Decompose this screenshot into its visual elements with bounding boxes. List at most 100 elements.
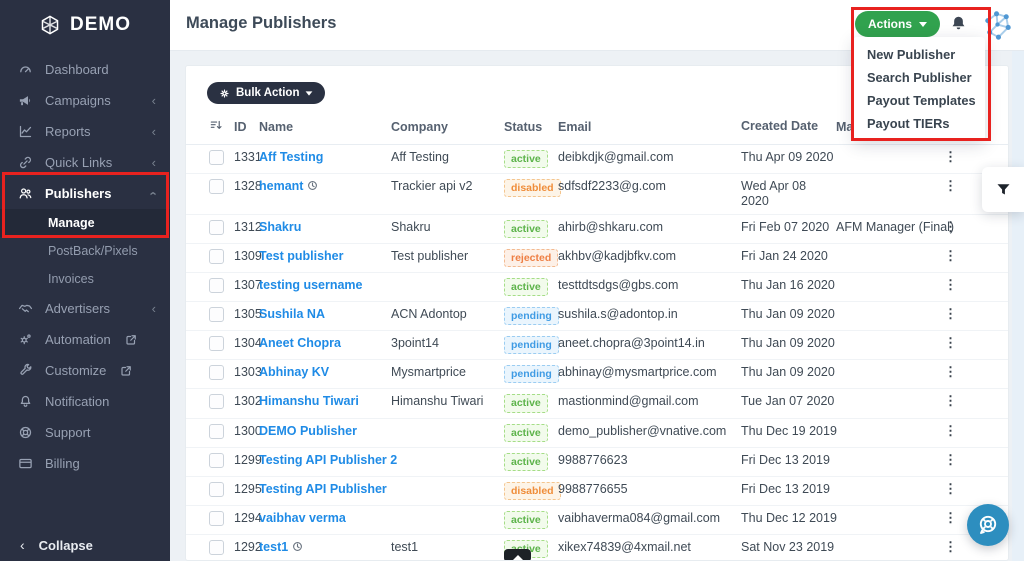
sidebar-item[interactable]: Quick Links ‹ xyxy=(0,147,170,178)
column-header-status[interactable]: Status xyxy=(504,120,558,134)
column-header-name[interactable]: Name xyxy=(259,120,391,134)
sidebar-item[interactable]: Invoices xyxy=(0,265,170,293)
status-badge: active xyxy=(504,452,548,471)
row-actions-menu-icon[interactable]: ⋮ xyxy=(944,452,957,467)
clock-icon xyxy=(307,180,318,191)
dropdown-menu-item[interactable]: Search Publisher xyxy=(853,66,985,89)
row-actions-menu-icon[interactable]: ⋮ xyxy=(944,423,957,438)
row-checkbox[interactable] xyxy=(209,365,224,381)
actions-button[interactable]: Actions xyxy=(855,11,941,37)
chevron-left-icon: ‹ xyxy=(20,537,25,553)
caret-down-icon xyxy=(919,21,928,27)
dropdown-menu-item[interactable]: Payout TIERs xyxy=(853,112,985,135)
cell-created-date: Fri Jan 24 2020 xyxy=(741,249,828,264)
sidebar-item-label: Notification xyxy=(45,394,110,409)
scrollbar-track[interactable] xyxy=(1012,50,1024,561)
row-actions-menu-icon[interactable]: ⋮ xyxy=(944,306,957,321)
cell-id: 1309 xyxy=(234,249,262,264)
row-checkbox[interactable] xyxy=(209,179,224,195)
column-header-email[interactable]: Email xyxy=(558,120,741,134)
dropdown-menu-item[interactable]: Payout Templates xyxy=(853,89,985,112)
publisher-name-link[interactable]: Shakru xyxy=(259,220,301,234)
row-actions-menu-icon[interactable]: ⋮ xyxy=(944,364,957,379)
publisher-name-link[interactable]: Abhinay KV xyxy=(259,365,329,379)
row-actions-menu-icon[interactable]: ⋮ xyxy=(944,248,957,263)
row-actions-menu-icon[interactable]: ⋮ xyxy=(944,510,957,525)
row-checkbox[interactable] xyxy=(209,423,224,439)
sidebar-item[interactable]: Automation xyxy=(0,324,170,355)
cell-email: testtdtsdgs@gbs.com xyxy=(558,278,679,293)
sidebar-item[interactable]: Support xyxy=(0,417,170,448)
sort-icon[interactable] xyxy=(209,118,223,132)
row-actions-menu-icon[interactable]: ⋮ xyxy=(944,335,957,350)
sidebar-item[interactable]: Campaigns ‹ xyxy=(0,85,170,116)
row-checkbox[interactable] xyxy=(209,220,224,236)
cell-id: 1292 xyxy=(234,539,262,554)
row-checkbox[interactable] xyxy=(209,150,224,165)
cell-created-date: Thu Jan 09 2020 xyxy=(741,307,835,322)
row-checkbox[interactable] xyxy=(209,394,224,410)
sidebar-item[interactable]: Customize xyxy=(0,355,170,386)
publisher-name-link[interactable]: hemant xyxy=(259,179,303,193)
publisher-name-link[interactable]: vaibhav verma xyxy=(259,511,346,525)
table-row: 1300 DEMO Publisher active demo_publishe… xyxy=(186,419,1008,448)
sidebar-item-label: Manage xyxy=(48,216,95,230)
notifications-bell-button[interactable] xyxy=(948,13,968,35)
cell-email: 9988776655 xyxy=(558,481,628,496)
collapse-label: Collapse xyxy=(38,537,93,553)
row-checkbox[interactable] xyxy=(209,481,224,497)
cell-id: 1294 xyxy=(234,510,262,525)
row-actions-menu-icon[interactable]: ⋮ xyxy=(944,277,957,292)
publisher-name-link[interactable]: Sushila NA xyxy=(259,307,325,321)
row-actions-menu-icon[interactable]: ⋮ xyxy=(944,481,957,496)
sidebar-collapse-button[interactable]: ‹ Collapse xyxy=(0,529,170,561)
publisher-name-link[interactable]: DEMO Publisher xyxy=(259,424,357,438)
table-row: 1292 test1 test1 active xikex74839@4xmai… xyxy=(186,535,1008,560)
row-actions-menu-icon[interactable]: ⋮ xyxy=(944,393,957,408)
sidebar-item[interactable]: Billing xyxy=(0,448,170,479)
column-header-company[interactable]: Company xyxy=(391,120,504,134)
row-checkbox[interactable] xyxy=(209,510,224,526)
sidebar-item[interactable]: Advertisers ‹ xyxy=(0,293,170,324)
row-checkbox[interactable] xyxy=(209,249,224,265)
row-checkbox[interactable] xyxy=(209,539,224,555)
table-row: 1304 Aneet Chopra 3point14 pending aneet… xyxy=(186,331,1008,361)
bulk-action-button[interactable]: Bulk Action xyxy=(207,82,326,104)
row-checkbox[interactable] xyxy=(209,452,224,468)
brand-logo[interactable]: DEMO xyxy=(0,0,170,50)
publisher-name-link[interactable]: Testing API Publisher 2 xyxy=(259,453,397,467)
support-chat-button[interactable] xyxy=(967,504,1009,546)
publisher-name-link[interactable]: Aneet Chopra xyxy=(259,336,341,350)
publisher-name-link[interactable]: Testing API Publisher xyxy=(259,482,387,496)
row-checkbox[interactable] xyxy=(209,336,224,352)
row-actions-menu-icon[interactable]: ⋮ xyxy=(944,178,957,193)
dropdown-menu-item[interactable]: New Publisher xyxy=(853,43,985,66)
external-link-icon xyxy=(125,334,137,346)
chevron-icon: ‹ xyxy=(151,155,156,170)
row-actions-menu-icon[interactable]: ⋮ xyxy=(944,539,957,554)
publisher-name-link[interactable]: testing username xyxy=(259,278,363,292)
sidebar-item-icon xyxy=(18,62,33,77)
row-checkbox[interactable] xyxy=(209,307,224,323)
publisher-name-link[interactable]: Himanshu Tiwari xyxy=(259,394,359,408)
sidebar-item[interactable]: Dashboard xyxy=(0,54,170,85)
publisher-name-link[interactable]: Aff Testing xyxy=(259,150,323,164)
row-actions-menu-icon[interactable]: ⋮ xyxy=(944,219,957,234)
publisher-name-link[interactable]: Test publisher xyxy=(259,249,344,263)
filter-button[interactable] xyxy=(982,167,1024,212)
sidebar-item[interactable]: Reports ‹ xyxy=(0,116,170,147)
cell-company: Himanshu Tiwari xyxy=(391,394,484,409)
row-checkbox[interactable] xyxy=(209,278,224,294)
cell-id: 1300 xyxy=(234,423,262,438)
publisher-name-link[interactable]: test1 xyxy=(259,540,288,554)
cell-created-date: Fri Dec 13 2019 xyxy=(741,481,830,496)
sidebar-item[interactable]: PostBack/Pixels xyxy=(0,237,170,265)
status-badge: rejected xyxy=(504,249,559,268)
row-actions-menu-icon[interactable]: ⋮ xyxy=(944,149,957,164)
sidebar-item[interactable]: Publishers ‹ xyxy=(0,178,170,209)
column-header-created[interactable]: Created Date xyxy=(741,119,836,134)
column-header-id[interactable]: ID xyxy=(234,120,259,134)
cell-created-date: Thu Apr 09 2020 xyxy=(741,150,834,164)
sidebar-item[interactable]: Manage xyxy=(0,209,170,237)
sidebar-item[interactable]: Notification xyxy=(0,386,170,417)
